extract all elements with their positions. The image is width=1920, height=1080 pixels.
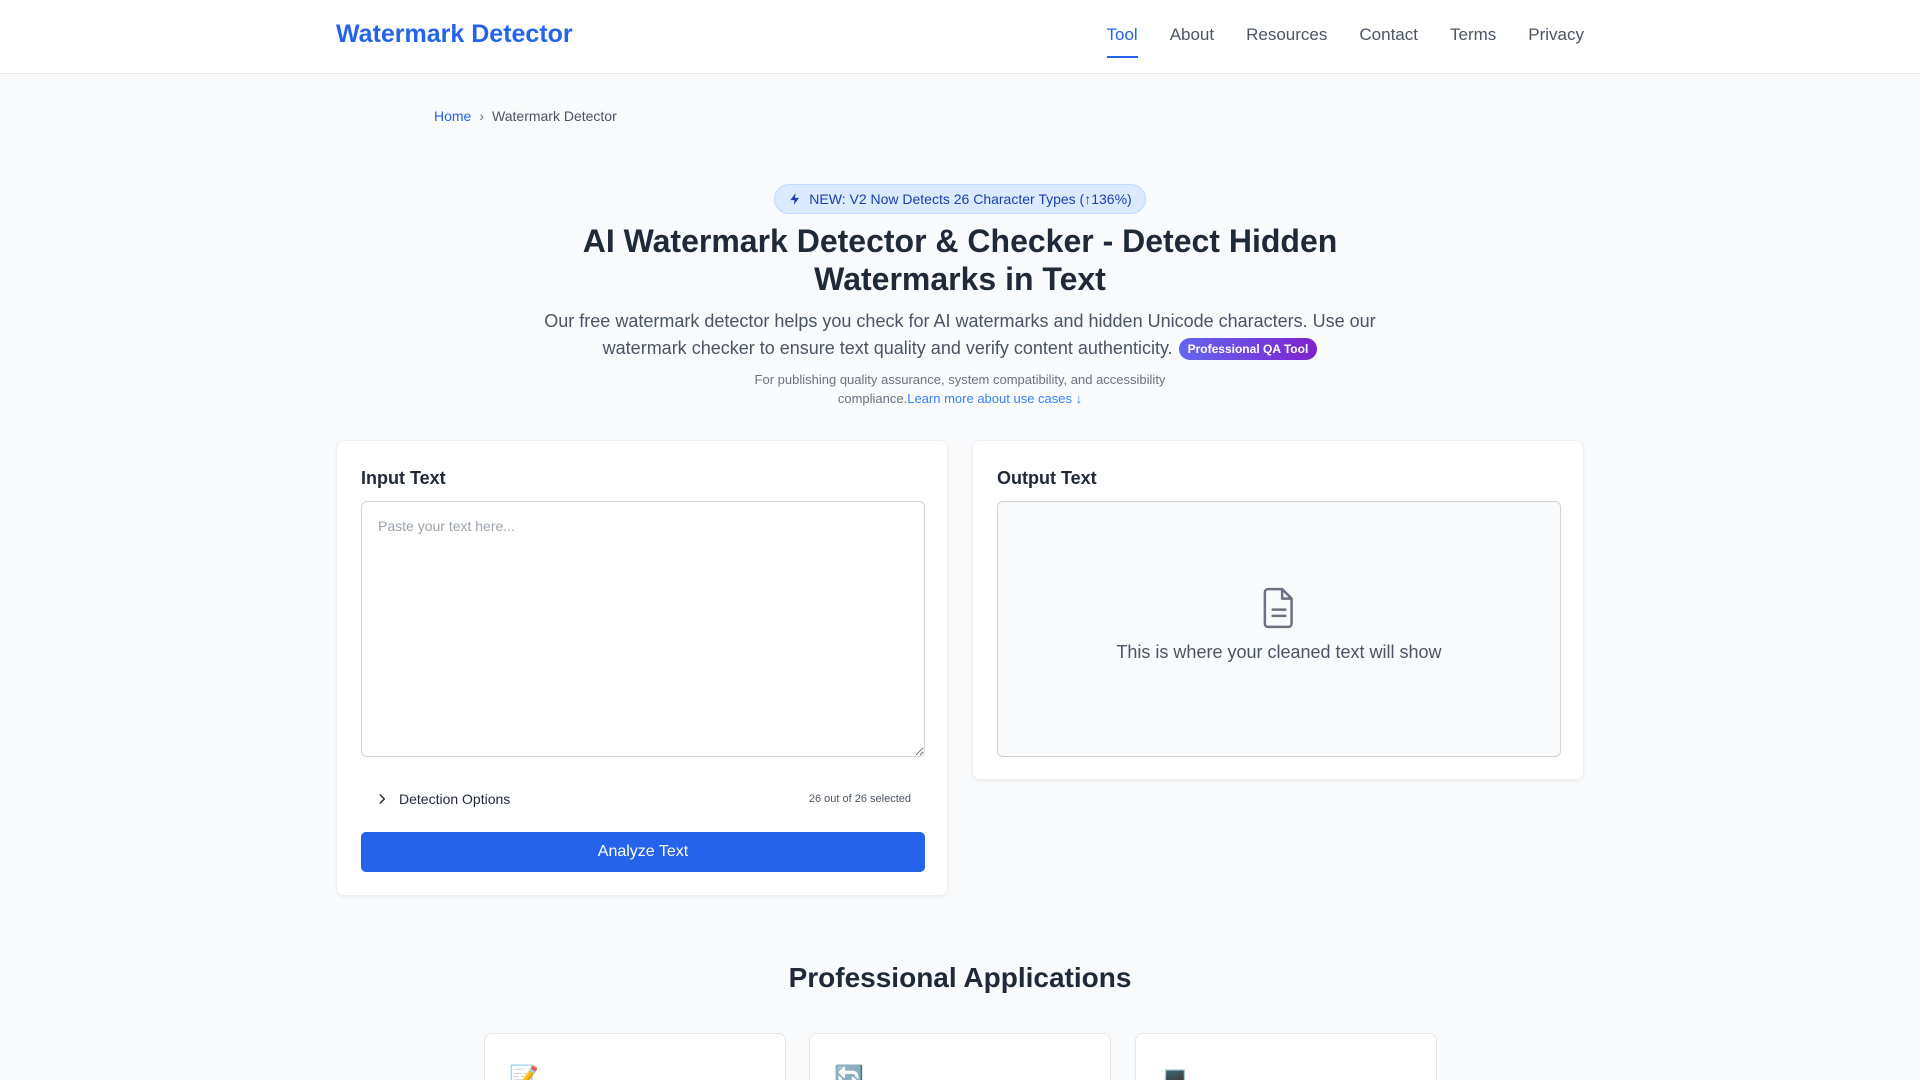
breadcrumb-home-link[interactable]: Home (434, 108, 471, 124)
application-card: 📝 (484, 1033, 786, 1080)
hero-subtext: For publishing quality assurance, system… (730, 370, 1190, 408)
arrows-icon: 🔄 (834, 1064, 864, 1080)
application-card: 💻 (1135, 1033, 1437, 1080)
laptop-icon: 💻 (1160, 1064, 1190, 1080)
nav-link-contact[interactable]: Contact (1359, 25, 1418, 58)
professional-applications-title: Professional Applications (788, 962, 1132, 993)
application-card: 🔄 (809, 1033, 1111, 1080)
new-version-badge: NEW: V2 Now Detects 26 Character Types (… (774, 184, 1146, 214)
nav-link-resources[interactable]: Resources (1246, 25, 1327, 58)
detection-options-label: Detection Options (399, 791, 511, 807)
hero-section: NEW: V2 Now Detects 26 Character Types (… (0, 184, 1920, 408)
memo-icon: 📝 (509, 1064, 539, 1080)
breadcrumb-current: Watermark Detector (492, 108, 617, 124)
nav-link-about[interactable]: About (1170, 25, 1214, 58)
detection-options-count: 26 out of 26 selected (808, 793, 911, 805)
analyze-text-button[interactable]: Analyze Text (361, 832, 925, 872)
input-text-area[interactable] (361, 501, 925, 757)
site-header: Watermark Detector Tool About Resources … (0, 0, 1920, 74)
breadcrumb: Home › Watermark Detector (434, 108, 617, 124)
breadcrumb-separator: › (479, 108, 485, 124)
output-text-area[interactable]: This is where your cleaned text will sho… (997, 501, 1561, 757)
page-title: AI Watermark Detector & Checker - Detect… (582, 223, 1338, 297)
detection-options-row: Detection Options 26 out of 26 selected (375, 787, 911, 811)
main-nav: Tool About Resources Contact Terms Priva… (1106, 25, 1584, 58)
new-version-badge-text: NEW: V2 Now Detects 26 Character Types (… (809, 191, 1132, 207)
output-placeholder-text: This is where your cleaned text will sho… (1116, 641, 1442, 662)
output-panel-title: Output Text (997, 468, 1097, 488)
nav-link-terms[interactable]: Terms (1450, 25, 1496, 58)
detection-options-toggle[interactable]: Detection Options (375, 791, 510, 807)
hero-description: Our free watermark detector helps you ch… (530, 308, 1390, 362)
learn-more-link[interactable]: Learn more about use cases ↓ (907, 391, 1082, 406)
input-panel: Input Text Detection Options 26 out of 2… (336, 440, 948, 896)
chevron-right-icon (379, 794, 386, 804)
nav-link-tool[interactable]: Tool (1106, 25, 1138, 58)
professional-qa-badge: Professional QA Tool (1178, 338, 1318, 361)
document-icon (1263, 587, 1293, 628)
output-panel: Output Text This is where your cleaned t… (972, 440, 1584, 780)
brand-logo-link[interactable]: Watermark Detector (336, 20, 573, 49)
nav-link-privacy[interactable]: Privacy (1528, 25, 1584, 58)
input-panel-title: Input Text (361, 468, 446, 488)
lightning-icon (790, 193, 800, 205)
